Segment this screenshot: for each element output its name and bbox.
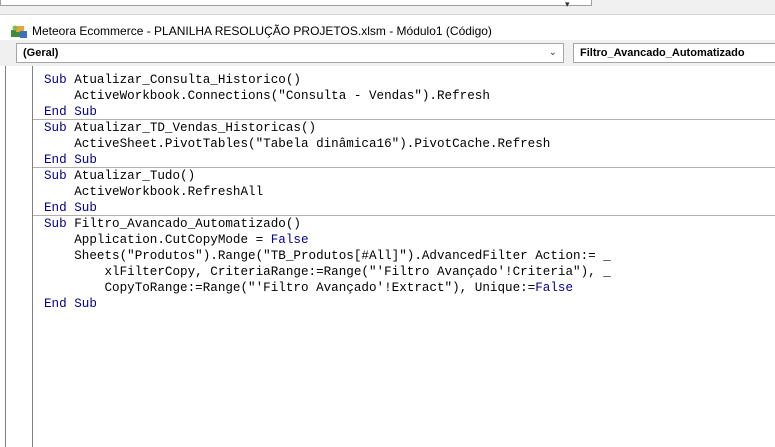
excel-formula-strip: ▾ — [0, 0, 775, 15]
chevron-down-icon[interactable]: ▾ — [565, 0, 570, 9]
keyword: Sub — [44, 217, 67, 231]
code-line[interactable]: ActiveWorkbook.Connections("Consulta - V… — [44, 88, 611, 104]
code-text-span: ActiveSheet.PivotTables("Tabela dinâmica… — [44, 137, 551, 151]
code-line[interactable]: End Sub — [44, 296, 611, 312]
code-text-span: CopyToRange:=Range("'Filtro Avançado'!Ex… — [44, 281, 536, 295]
vba-module-icon — [11, 25, 27, 38]
code-line[interactable]: xlFilterCopy, CriteriaRange:=Range("'Fil… — [44, 264, 611, 280]
code-text-span: ActiveWorkbook.Connections("Consulta - V… — [44, 89, 490, 103]
keyword: False — [535, 281, 574, 295]
code-line[interactable]: Application.CutCopyMode = False — [44, 232, 611, 248]
code-text-span: ActiveWorkbook.RefreshAll — [44, 185, 264, 199]
code-text-span: xlFilterCopy, CriteriaRange:=Range("'Fil… — [44, 265, 611, 279]
code-text-span: Atualizar_Tudo() — [66, 169, 196, 183]
code-line[interactable]: ActiveSheet.PivotTables("Tabela dinâmica… — [44, 136, 611, 152]
code-line[interactable]: Sub Atualizar_TD_Vendas_Historicas() — [44, 120, 611, 136]
code-line[interactable]: Sheets("Produtos").Range("TB_Produtos[#A… — [44, 248, 611, 264]
indicator-margin[interactable] — [0, 66, 33, 447]
code-text-span: Atualizar_TD_Vendas_Historicas() — [66, 121, 317, 135]
code-line[interactable]: Sub Atualizar_Tudo() — [44, 168, 611, 184]
keyword: End Sub — [44, 201, 97, 215]
keyword: End Sub — [44, 153, 97, 167]
code-line[interactable]: ActiveWorkbook.RefreshAll — [44, 184, 611, 200]
code-line[interactable]: Sub Atualizar_Consulta_Historico() — [44, 72, 611, 88]
procedure-dropdown[interactable]: Filtro_Avancado_Automatizado — [573, 43, 775, 63]
procedure-dropdown-value: Filtro_Avancado_Automatizado — [580, 47, 745, 59]
keyword: Sub — [44, 169, 67, 183]
code-line[interactable]: Sub Filtro_Avancado_Automatizado() — [44, 216, 611, 232]
keyword: Sub — [44, 73, 67, 87]
keyword: End Sub — [44, 105, 97, 119]
code-editor[interactable]: Sub Atualizar_Consulta_Historico() Activ… — [0, 66, 775, 447]
keyword: Sub — [44, 121, 67, 135]
code-window-toolbar: (Geral) ⌄ Filtro_Avancado_Automatizado — [0, 40, 775, 66]
code-text[interactable]: Sub Atualizar_Consulta_Historico() Activ… — [44, 72, 611, 312]
object-dropdown-value: (Geral) — [23, 47, 59, 59]
object-dropdown[interactable]: (Geral) ⌄ — [16, 43, 564, 63]
code-line[interactable]: End Sub — [44, 104, 611, 120]
code-line[interactable]: CopyToRange:=Range("'Filtro Avançado'!Ex… — [44, 280, 611, 296]
code-line[interactable]: End Sub — [44, 152, 611, 168]
window-title: Meteora Ecommerce - PLANILHA RESOLUÇÃO P… — [32, 24, 492, 38]
keyword: False — [270, 233, 309, 247]
code-text-span: Atualizar_Consulta_Historico() — [66, 73, 301, 87]
formula-bar-fragment — [0, 0, 592, 6]
code-text-span: Sheets("Produtos").Range("TB_Produtos[#A… — [44, 249, 611, 263]
keyword: End Sub — [44, 297, 97, 311]
code-text-span: Application.CutCopyMode = — [44, 233, 271, 247]
chevron-down-icon[interactable]: ⌄ — [549, 44, 557, 62]
margin-border — [5, 66, 6, 447]
code-text-span: Filtro_Avancado_Automatizado() — [66, 217, 301, 231]
code-line[interactable]: End Sub — [44, 200, 611, 216]
